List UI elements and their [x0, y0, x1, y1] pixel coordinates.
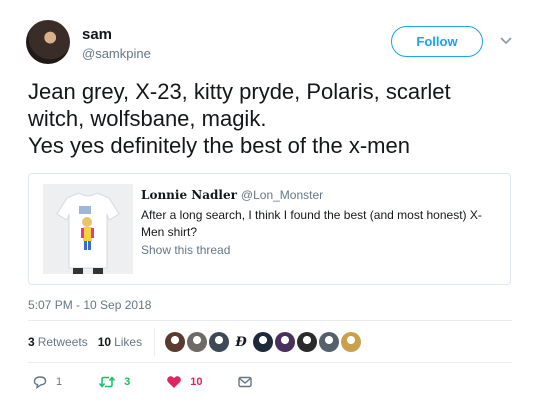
liker-avatar[interactable] — [209, 332, 230, 352]
quoted-author-name[interactable]: Lonnie Nadler — [141, 188, 237, 202]
quoted-user[interactable]: Lonnie Nadler @Lon_Monster — [141, 188, 323, 202]
reply-count: 1 — [56, 376, 63, 388]
likes-count: 10 — [97, 335, 112, 349]
tweet-actions: 1 3 10 — [32, 372, 283, 392]
liker-avatar[interactable] — [165, 332, 186, 352]
retweets-label: Retweets — [37, 335, 88, 349]
tweet-header: sam @samkpine Follow — [26, 20, 526, 68]
likes-label: Likes — [114, 335, 143, 349]
tweet-stats: 3 Retweets 10 Likes Ð — [28, 328, 363, 356]
tweet-line: Jean grey, X-23, kitty pryde, Polaris, s… — [28, 79, 451, 104]
retweet-icon — [99, 376, 116, 388]
liker-avatar[interactable] — [341, 332, 362, 352]
tshirt-image[interactable] — [43, 184, 133, 274]
likers-avatars: Ð — [165, 332, 363, 352]
reply-action[interactable]: 1 — [32, 374, 62, 390]
stats-separator — [154, 328, 156, 356]
quoted-author-handle[interactable]: @Lon_Monster — [241, 188, 323, 202]
reply-icon — [33, 376, 47, 389]
quoted-tweet-text: After a long search, I think I found the… — [141, 208, 482, 239]
show-thread-link[interactable]: Show this thread — [141, 243, 230, 257]
liker-avatar[interactable] — [187, 332, 208, 352]
like-action[interactable]: 10 — [166, 374, 203, 390]
author-name[interactable]: sam — [82, 26, 112, 43]
tweet-line: Yes yes definitely the best of the x-men — [28, 133, 410, 158]
tshirt-icon — [43, 184, 133, 274]
tweet-line: witch, wolfsbane, magik. — [28, 106, 267, 131]
like-count: 10 — [190, 376, 203, 388]
liker-avatar[interactable] — [275, 332, 296, 352]
retweet-count: 3 — [124, 376, 131, 388]
chevron-down-icon[interactable] — [498, 32, 514, 48]
message-action[interactable] — [237, 374, 261, 390]
retweets-stat[interactable]: 3 Retweets — [28, 335, 88, 349]
liker-avatar[interactable] — [319, 332, 340, 352]
tweet-text: Jean grey, X-23, kitty pryde, Polaris, s… — [28, 78, 518, 159]
likes-stat[interactable]: 10 Likes — [98, 335, 142, 349]
envelope-icon — [237, 376, 252, 388]
follow-button[interactable]: Follow — [391, 26, 483, 57]
retweets-count: 3 — [28, 335, 35, 349]
divider — [28, 320, 512, 321]
liker-avatar[interactable] — [253, 332, 274, 352]
retweet-action[interactable]: 3 — [98, 374, 130, 390]
heart-icon — [167, 376, 182, 388]
quoted-tweet[interactable]: Lonnie Nadler @Lon_Monster After a long s… — [28, 173, 511, 285]
divider — [28, 362, 512, 363]
liker-avatar[interactable] — [297, 332, 318, 352]
author-avatar[interactable] — [26, 20, 70, 64]
liker-avatar[interactable]: Ð — [231, 332, 251, 352]
tweet-timestamp[interactable]: 5:07 PM - 10 Sep 2018 — [28, 298, 151, 312]
author-handle[interactable]: @samkpine — [82, 46, 151, 61]
